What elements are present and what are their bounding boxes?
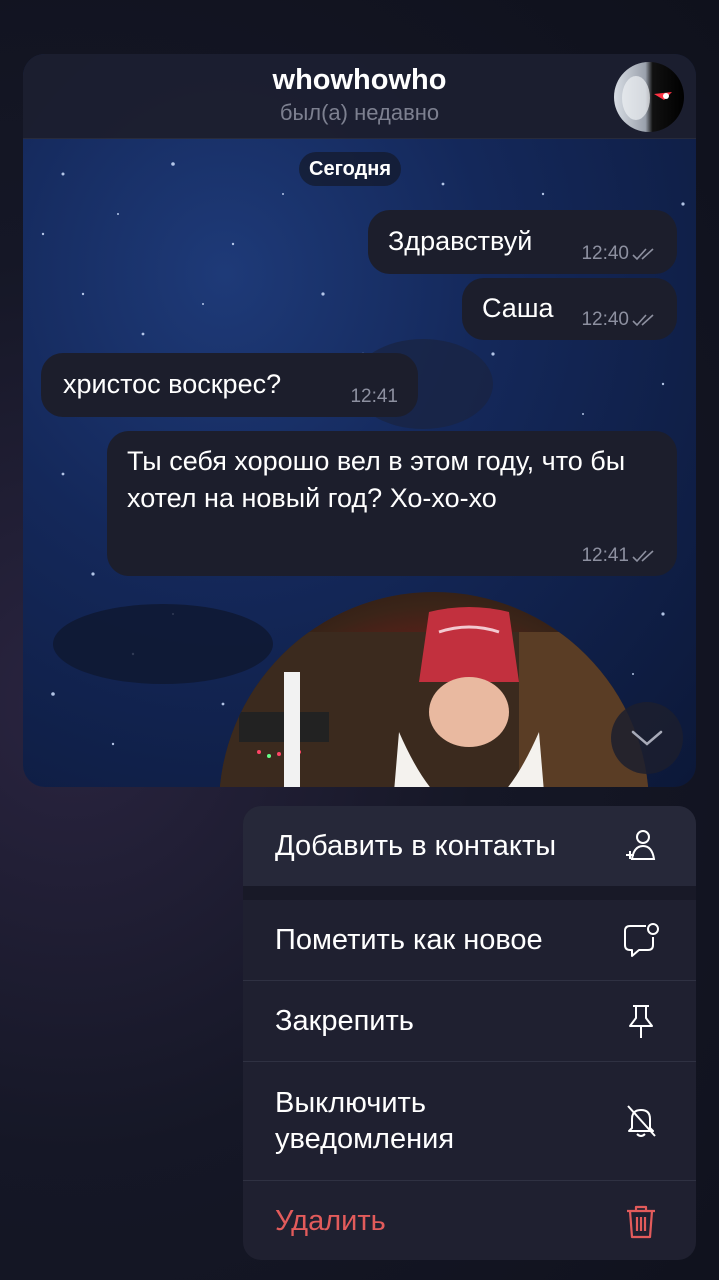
message-text: христос воскрес?	[63, 369, 282, 399]
message-text: Саша	[482, 293, 554, 323]
chat-preview[interactable]: whowhowho был(а) недавно Сегодня Здравст…	[23, 54, 696, 787]
date-separator: Сегодня	[299, 152, 402, 186]
context-menu: Добавить в контакты Пометить как новое З…	[243, 806, 696, 1260]
avatar[interactable]	[614, 62, 684, 132]
message-time: 12:40	[581, 243, 629, 264]
chat-header: whowhowho был(а) недавно	[23, 54, 696, 139]
message-bubble-incoming[interactable]: христос воскрес? 12:41	[41, 353, 418, 417]
menu-item-add-contact[interactable]: Добавить в контакты	[243, 806, 696, 886]
menu-item-pin[interactable]: Закрепить	[243, 981, 696, 1061]
add-contact-icon	[622, 827, 660, 865]
chat-badge-icon	[622, 921, 660, 959]
trash-icon	[622, 1202, 660, 1240]
chat-status: был(а) недавно	[279, 100, 440, 125]
menu-item-mark-unread[interactable]: Пометить как новое	[243, 900, 696, 980]
message-time: 12:41	[350, 386, 398, 407]
chat-title: whowhowho	[272, 64, 447, 96]
message-time: 12:41	[581, 545, 629, 566]
message-text: Здравствуй	[388, 226, 533, 256]
message-text: Ты себя хорошо вел в этом году, что бы х…	[127, 446, 626, 513]
message-bubble-outgoing[interactable]: Здравствуй 12:40	[368, 210, 677, 274]
double-check-icon	[632, 550, 654, 563]
message-meta: 12:40	[581, 310, 659, 330]
menu-item-delete[interactable]: Удалить	[243, 1181, 696, 1260]
message-meta: 12:41	[350, 387, 398, 407]
bell-off-icon	[622, 1102, 660, 1140]
menu-item-mute[interactable]: Выключить уведомления	[243, 1062, 696, 1180]
chevron-down-icon	[631, 730, 663, 746]
message-bubble-outgoing[interactable]: Ты себя хорошо вел в этом году, что бы х…	[107, 431, 677, 576]
message-time: 12:40	[581, 309, 629, 330]
message-bubble-outgoing[interactable]: Саша 12:40	[462, 278, 677, 340]
double-check-icon	[632, 314, 654, 327]
scroll-down-button[interactable]	[611, 702, 683, 774]
double-check-icon	[632, 248, 654, 261]
message-meta: 12:40	[581, 244, 659, 264]
message-meta: 12:41	[581, 546, 659, 566]
menu-separator	[243, 886, 696, 900]
pin-icon	[622, 1002, 660, 1040]
avatar-image	[622, 76, 672, 120]
menu-item-label: Выключить уведомления	[275, 1087, 455, 1155]
